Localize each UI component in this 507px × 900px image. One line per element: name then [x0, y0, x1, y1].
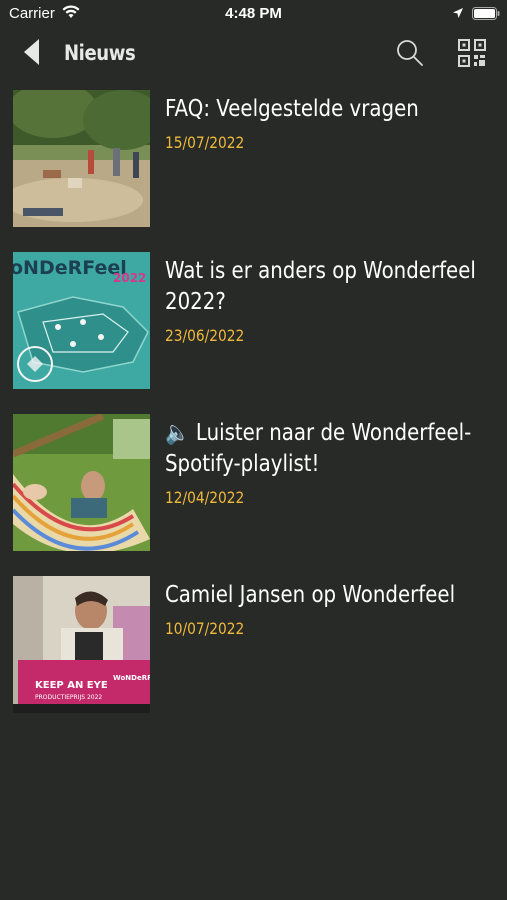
news-thumbnail-map: oNDeRFeel 2022 — [13, 252, 150, 389]
sign-line2-text: PRODUCTIEPRIJS 2022 — [35, 694, 102, 701]
news-item-text: Wat is er anders op Wonderfeel 2022? 23/… — [165, 256, 485, 346]
news-item-spotify-playlist[interactable]: 🔈 Luister naar de Wonderfeel-Spotify-pla… — [0, 414, 507, 554]
news-title: Wat is er anders op Wonderfeel 2022? — [165, 258, 476, 315]
news-date: 23/06/2022 — [165, 326, 245, 345]
navigation-bar: Nieuws — [0, 28, 507, 80]
news-date: 12/04/2022 — [165, 488, 245, 507]
news-thumbnail-award: KEEP AN EYE PRODUCTIEPRIJS 2022 WoNDeRFe — [13, 576, 150, 713]
news-title: FAQ: Veelgestelde vragen — [165, 96, 419, 122]
news-title: Camiel Jansen op Wonderfeel — [165, 582, 456, 608]
qr-code-icon — [458, 39, 486, 67]
news-thumbnail-park — [13, 90, 150, 227]
sign-line1-text: KEEP AN EYE — [35, 680, 108, 691]
status-bar: Carrier 4:48 PM — [0, 0, 507, 28]
news-item-text: FAQ: Veelgestelde vragen 15/07/2022 — [165, 94, 485, 153]
page-title: Nieuws — [64, 41, 136, 65]
news-thumbnail-hammock — [13, 414, 150, 551]
news-item-faq[interactable]: FAQ: Veelgestelde vragen 15/07/2022 — [0, 90, 507, 230]
news-item-wonderfeel-2022[interactable]: oNDeRFeel 2022 Wat is er anders op Wonde… — [0, 252, 507, 392]
back-button[interactable] — [22, 38, 46, 68]
chevron-left-icon — [24, 39, 39, 65]
news-item-text: 🔈 Luister naar de Wonderfeel-Spotify-pla… — [165, 418, 485, 508]
news-date: 15/07/2022 — [165, 133, 245, 152]
location-arrow-icon — [452, 6, 464, 23]
battery-icon — [472, 7, 500, 24]
map-year-text: 2022 — [113, 271, 146, 285]
map-logo-text: oNDeRFeel — [13, 257, 127, 279]
news-title: 🔈 Luister naar de Wonderfeel-Spotify-pla… — [165, 420, 472, 477]
qr-code-button[interactable] — [458, 39, 486, 67]
search-button[interactable] — [395, 38, 425, 68]
sign-logo-text: WoNDeRFe — [113, 674, 150, 682]
search-icon — [397, 40, 423, 66]
news-date: 10/07/2022 — [165, 619, 245, 638]
news-item-text: Camiel Jansen op Wonderfeel 10/07/2022 — [165, 580, 485, 639]
news-item-camiel-jansen[interactable]: KEEP AN EYE PRODUCTIEPRIJS 2022 WoNDeRFe… — [0, 576, 507, 716]
status-time: 4:48 PM — [225, 5, 282, 22]
